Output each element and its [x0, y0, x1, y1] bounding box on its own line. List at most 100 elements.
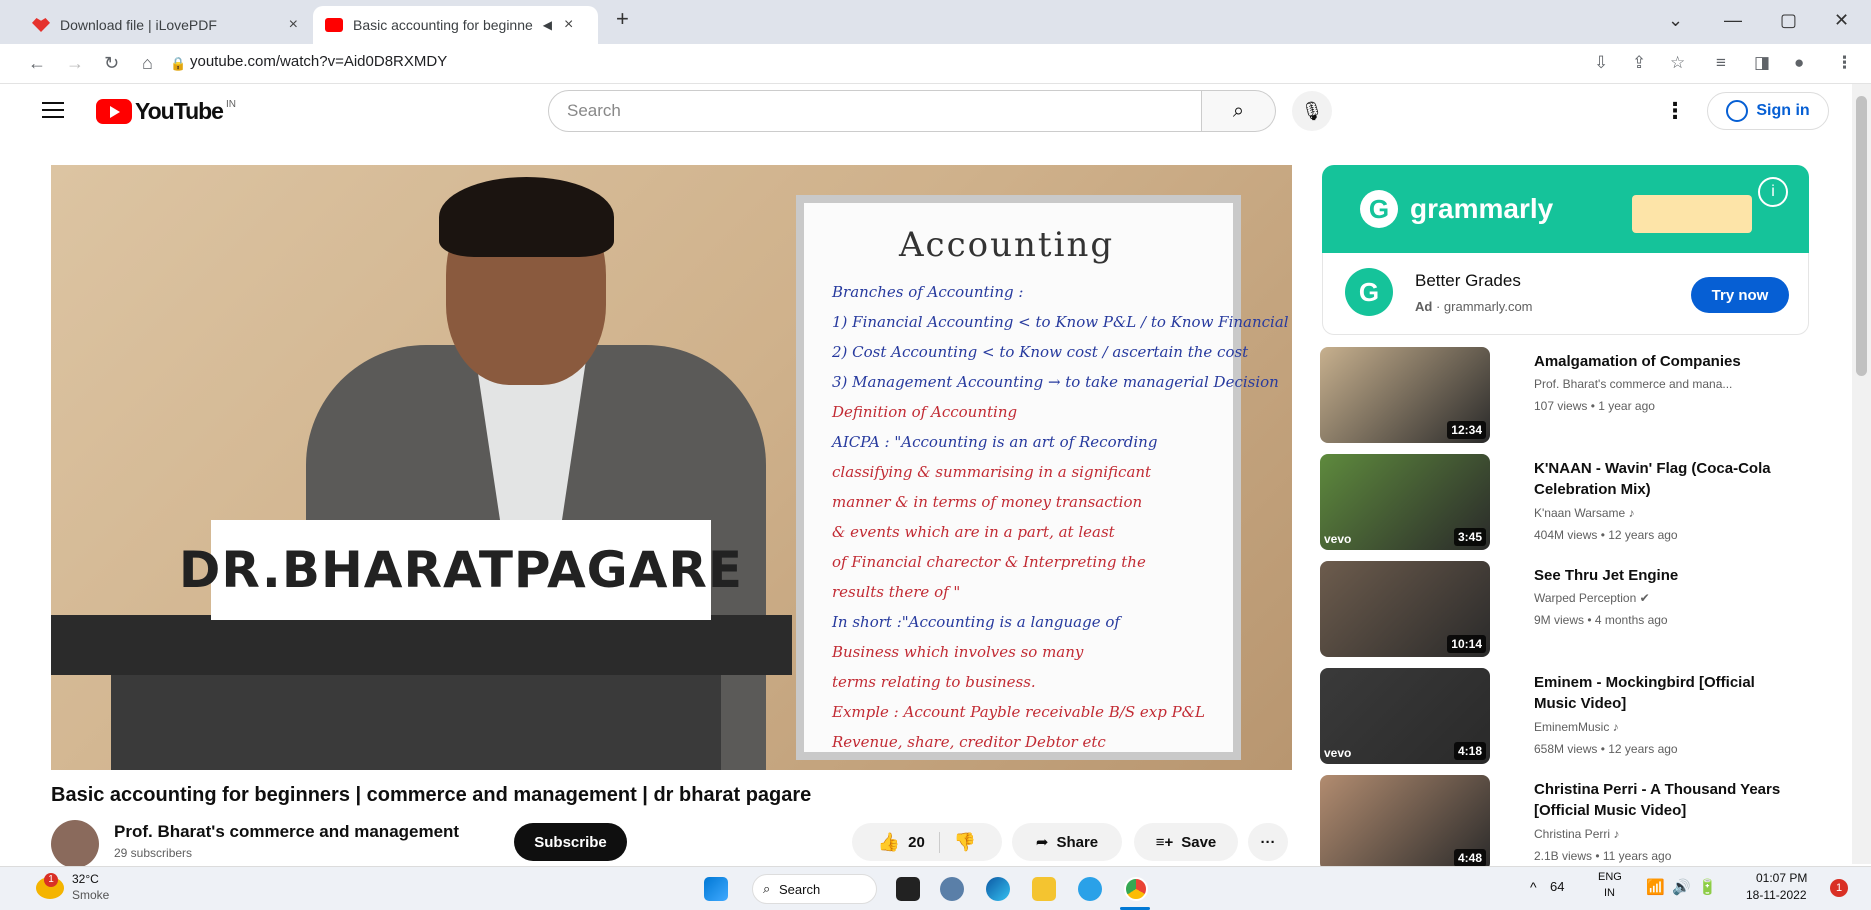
share-button[interactable]: ➦ Share	[1012, 823, 1122, 861]
new-tab-button[interactable]: +	[616, 6, 629, 32]
heart-icon	[32, 18, 50, 32]
volume-icon[interactable]: 🔊	[1672, 878, 1691, 896]
file-explorer-icon[interactable]	[1032, 877, 1056, 901]
tray-overflow-icon[interactable]: ^	[1530, 879, 1537, 895]
side-panel-icon[interactable]: ◨	[1754, 53, 1770, 73]
save-playlist-icon: ≡+	[1155, 833, 1174, 851]
video-player[interactable]: DR.BHARATPAGARE Accounting Branches of A…	[51, 165, 1292, 770]
share-page-icon[interactable]: ⇪	[1632, 53, 1646, 73]
recommendation-item[interactable]: vevo 3:45 K'NAAN - Wavin' Flag (Coca-Cola …	[1320, 454, 1820, 554]
restore-button[interactable]: ▢	[1780, 10, 1797, 31]
weather-badge: 1	[44, 873, 58, 887]
scrollbar-thumb[interactable]	[1856, 96, 1867, 376]
windows-start-icon[interactable]	[704, 877, 728, 901]
reload-icon[interactable]: ↻	[104, 53, 119, 74]
lang-top[interactable]: ENG	[1598, 871, 1622, 883]
subscribe-button[interactable]: Subscribe	[514, 823, 627, 861]
share-label: Share	[1056, 833, 1099, 851]
rec-title[interactable]: Amalgamation of Companies	[1534, 351, 1794, 372]
telegram-icon[interactable]	[1078, 877, 1102, 901]
rec-duration: 3:45	[1453, 528, 1486, 546]
search-input[interactable]: Search	[548, 90, 1202, 132]
rec-title[interactable]: See Thru Jet Engine	[1534, 565, 1794, 586]
chrome-browser-icon[interactable]	[1124, 877, 1148, 901]
tab-close-icon[interactable]: ×	[564, 16, 573, 34]
tab-label: Download file | iLovePDF	[60, 17, 217, 33]
podium-top	[51, 615, 792, 675]
rec-title[interactable]: K'NAAN - Wavin' Flag (Coca-Cola Celebrat…	[1534, 458, 1794, 500]
rec-channel[interactable]: EminemMusic ♪	[1534, 720, 1619, 734]
tab-youtube[interactable]: Basic accounting for beginne ◀ ×	[313, 6, 598, 44]
save-button[interactable]: ≡+ Save	[1134, 823, 1238, 861]
rec-title[interactable]: Eminem - Mockingbird [Official Music Vid…	[1534, 672, 1794, 714]
tab-search-dropdown-icon[interactable]: ⌄	[1668, 10, 1683, 31]
youtube-logo[interactable]: YouTube IN	[96, 98, 236, 125]
forward-arrow-icon[interactable]: →	[66, 53, 84, 74]
settings-gear-icon[interactable]	[940, 877, 964, 901]
clock-date[interactable]: 18-11-2022	[1746, 888, 1807, 902]
rec-thumbnail[interactable]: 10:14	[1320, 561, 1490, 657]
lock-icon[interactable]: 🔒	[170, 56, 186, 72]
rec-duration: 4:18	[1453, 742, 1486, 760]
weather-desc: Smoke	[72, 888, 110, 902]
ad-info-icon[interactable]: i	[1758, 177, 1788, 207]
voice-search-button[interactable]: 🎙	[1292, 91, 1332, 131]
recommendation-item[interactable]: 12:34 Amalgamation of Companies Prof. Bhar…	[1320, 347, 1820, 447]
rec-thumbnail[interactable]: 4:48	[1320, 775, 1490, 871]
rec-thumbnail[interactable]: 12:34	[1320, 347, 1490, 443]
chrome-menu-icon[interactable]: ⋮	[1836, 53, 1853, 73]
install-app-icon[interactable]: ⇩	[1594, 53, 1608, 73]
tab-ilovepdf[interactable]: Download file | iLovePDF ×	[20, 6, 310, 44]
task-view-icon[interactable]	[896, 877, 920, 901]
edge-browser-icon[interactable]	[986, 877, 1010, 901]
recommendation-item[interactable]: 10:14 See Thru Jet Engine Warped Perceptio…	[1320, 561, 1820, 661]
profile-icon[interactable]: ●	[1794, 53, 1804, 73]
sign-in-button[interactable]: Sign in	[1707, 92, 1829, 130]
more-actions-button[interactable]: ···	[1248, 823, 1288, 861]
search-placeholder: Search	[567, 101, 621, 120]
hamburger-menu-icon[interactable]	[42, 102, 64, 118]
rec-channel[interactable]: K'naan Warsame ♪	[1534, 506, 1635, 520]
ad-card[interactable]: G Better Grades Ad · grammarly.com Try n…	[1322, 253, 1809, 335]
rec-thumbnail[interactable]: vevo 3:45	[1320, 454, 1490, 550]
notification-badge[interactable]: 1	[1830, 879, 1848, 897]
settings-more-icon[interactable]: ⋮	[1664, 98, 1686, 124]
bookmark-star-icon[interactable]: ☆	[1670, 53, 1685, 73]
board-line: manner & in terms of money transaction	[832, 493, 1143, 511]
rec-channel[interactable]: Warped Perception ✔	[1534, 591, 1650, 605]
reading-list-icon[interactable]: ≡	[1716, 53, 1726, 73]
audio-playing-icon[interactable]: ◀	[543, 18, 552, 32]
board-line: In short :"Accounting is a language of	[832, 613, 1120, 631]
rec-channel[interactable]: Prof. Bharat's commerce and mana...	[1534, 377, 1732, 391]
taskbar-search[interactable]: ⌕ Search	[752, 874, 877, 904]
dislike-button[interactable]: 👎	[940, 832, 976, 853]
channel-name[interactable]: Prof. Bharat's commerce and management	[114, 822, 459, 842]
minimize-button[interactable]: —	[1724, 10, 1742, 31]
rec-title[interactable]: Christina Perri - A Thousand Years [Offi…	[1534, 779, 1794, 821]
battery-icon[interactable]: 🔋	[1698, 878, 1717, 896]
try-now-button[interactable]: Try now	[1691, 277, 1789, 313]
ad-banner[interactable]: G grammarly i	[1322, 165, 1809, 253]
wifi-icon[interactable]: 📶	[1646, 878, 1665, 896]
rec-duration: 4:48	[1453, 849, 1486, 867]
browser-tab-bar: Download file | iLovePDF × Basic account…	[0, 0, 1871, 44]
clock-time[interactable]: 01:07 PM	[1756, 871, 1807, 885]
recommendation-item[interactable]: 4:48 Christina Perri - A Thousand Years […	[1320, 775, 1820, 875]
home-icon[interactable]: ⌂	[142, 53, 153, 74]
channel-avatar[interactable]	[51, 820, 99, 868]
board-line: AICPA : "Accounting is an art of Recordi…	[832, 433, 1158, 451]
url-field[interactable]: youtube.com/watch?v=Aid0D8RXMDY	[190, 53, 447, 70]
like-button[interactable]: 👍 20	[877, 831, 940, 853]
search-button[interactable]: ⌕	[1202, 90, 1276, 132]
thumbs-up-icon: 👍	[877, 831, 901, 852]
ad-title: Better Grades	[1415, 271, 1521, 290]
page-scrollbar[interactable]	[1852, 84, 1871, 864]
back-arrow-icon[interactable]: ←	[28, 53, 46, 74]
close-window-button[interactable]: ✕	[1834, 10, 1849, 31]
recommendation-item[interactable]: vevo 4:18 Eminem - Mockingbird [Official M…	[1320, 668, 1820, 768]
rec-channel[interactable]: Christina Perri ♪	[1534, 827, 1619, 841]
windows-taskbar: 1 32°C Smoke ⌕ Search ^ 64 ENG IN 📶 🔊 🔋 …	[0, 866, 1871, 910]
share-arrow-icon: ➦	[1035, 834, 1049, 851]
tab-close-icon[interactable]: ×	[289, 16, 298, 34]
rec-thumbnail[interactable]: vevo 4:18	[1320, 668, 1490, 764]
